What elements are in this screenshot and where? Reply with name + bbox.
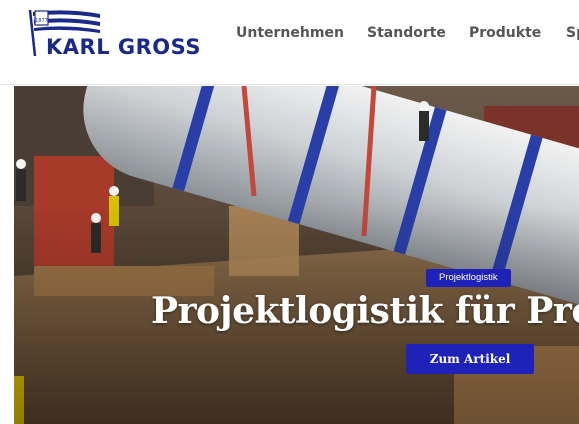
left-margin: [0, 86, 14, 424]
category-badge[interactable]: Projektlogistik: [426, 269, 511, 287]
nav-item-unternehmen[interactable]: Unternehmen: [236, 25, 344, 41]
read-article-button[interactable]: Zum Artikel: [406, 344, 534, 374]
hero-slider[interactable]: Projektlogistik Projektlogistik für Proz…: [14, 86, 579, 424]
site-header: 1877 KARL GROSS Unternehmen Standorte Pr…: [0, 0, 579, 85]
hero-headline: Projektlogistik für Proz: [151, 290, 579, 332]
logo-badge-text: 1877: [35, 18, 48, 24]
main-nav: Unternehmen Standorte Produkte Sp: [0, 25, 579, 45]
nav-item-partial[interactable]: Sp: [566, 25, 579, 41]
nav-item-standorte[interactable]: Standorte: [367, 25, 446, 41]
nav-item-produkte[interactable]: Produkte: [469, 25, 541, 41]
